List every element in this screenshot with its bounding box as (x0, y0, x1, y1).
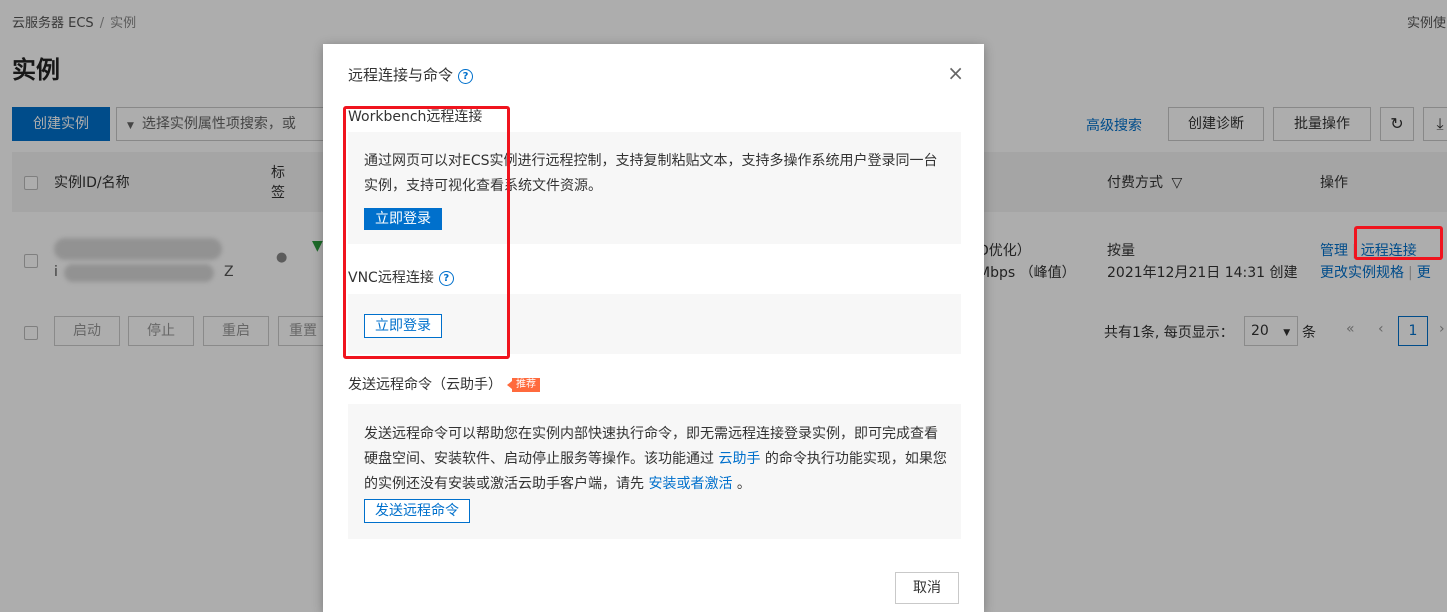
highlight-remote-connect (1354, 226, 1443, 260)
command-description: 发送远程命令可以帮助您在实例内部快速执行命令，即无需远程连接登录实例，即可完成查… (364, 422, 949, 497)
help-icon[interactable]: ? (458, 69, 474, 84)
dialog-title-text: 远程连接与命令 (348, 66, 454, 84)
command-section-title-text: 发送远程命令（云助手） (348, 377, 502, 393)
command-desc-part3: 。 (732, 476, 751, 492)
cancel-button[interactable]: 取消 (895, 572, 959, 604)
cloud-assistant-link[interactable]: 云助手 (718, 451, 760, 467)
install-activate-link[interactable]: 安装或者激活 (648, 476, 732, 492)
recommend-badge: 推荐 (507, 378, 540, 392)
send-command-button[interactable]: 发送远程命令 (364, 499, 470, 523)
command-section-title: 发送远程命令（云助手） 推荐 (348, 374, 540, 394)
dialog-title: 远程连接与命令? (348, 64, 474, 85)
close-icon[interactable]: × (947, 63, 964, 83)
highlight-connect-options (343, 106, 510, 359)
